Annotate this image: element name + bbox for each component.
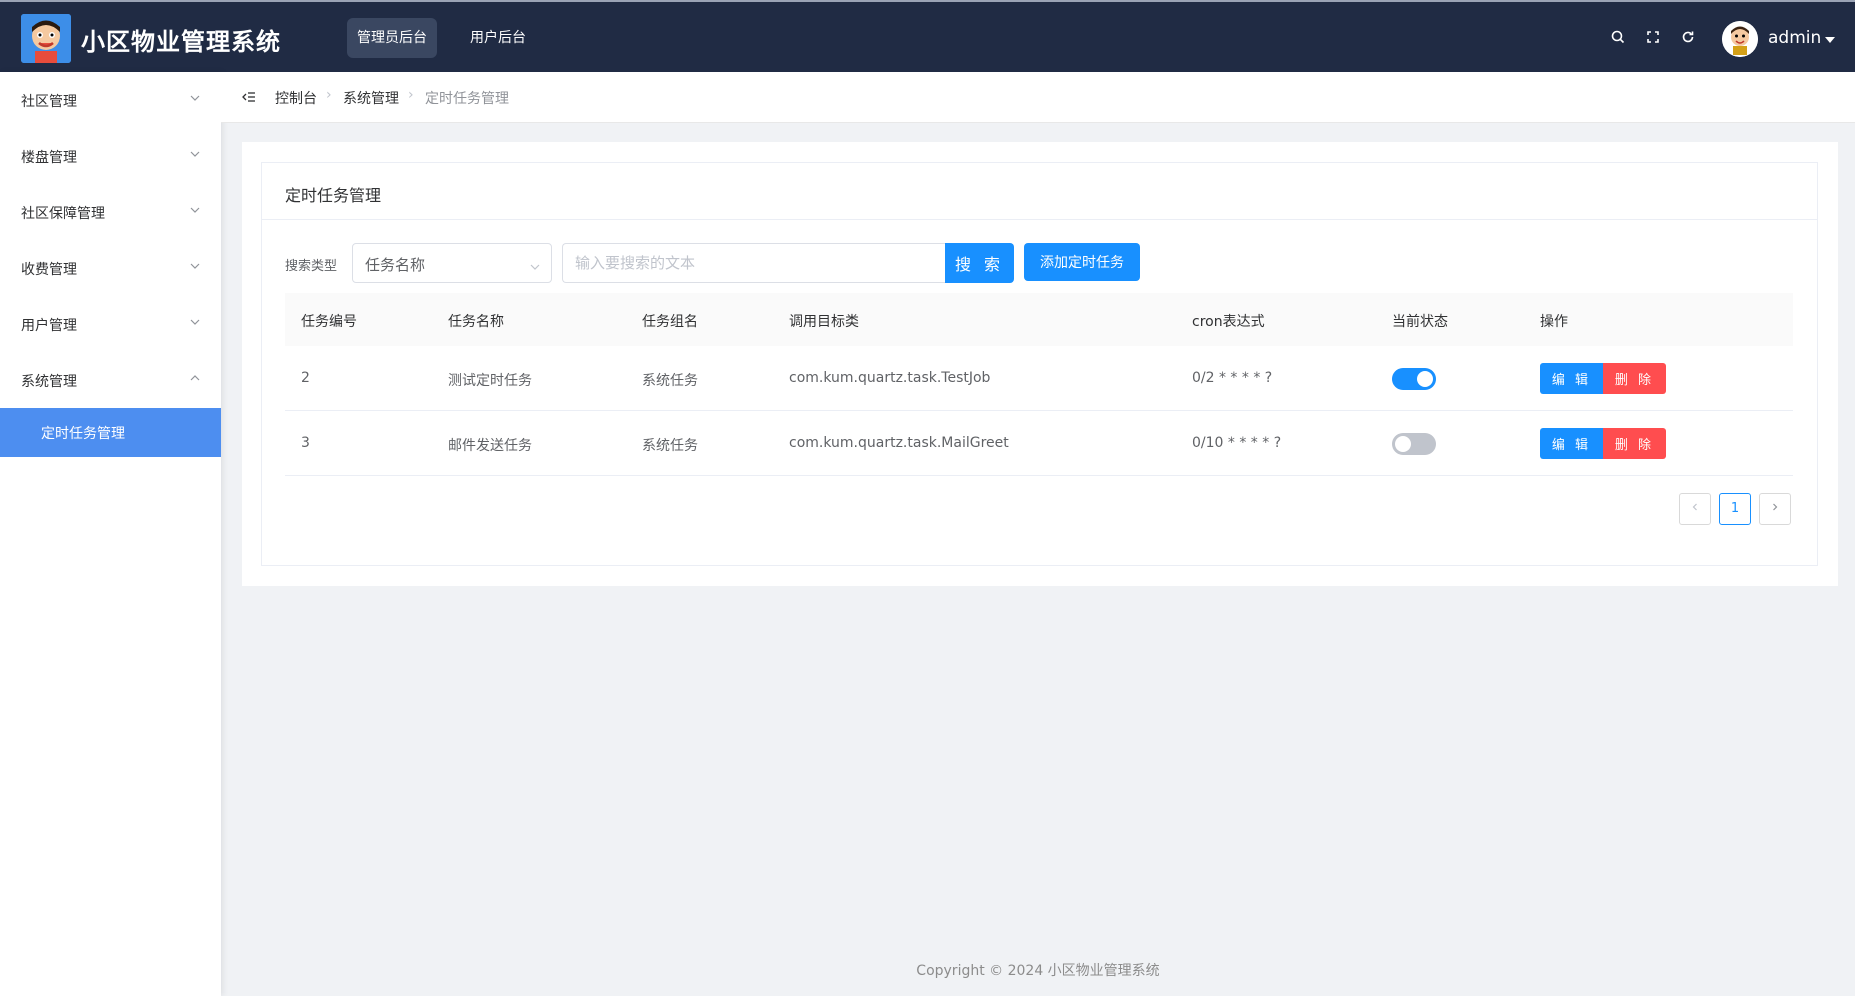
task-target: com.kum.quartz.task.MailGreet	[789, 435, 1009, 451]
sidebar-item-buildings[interactable]: 楼盘管理	[0, 128, 221, 184]
caret-down-icon[interactable]	[1825, 37, 1835, 43]
user-avatar[interactable]	[1722, 21, 1758, 57]
task-cron: 0/2 * * * * ?	[1192, 370, 1273, 386]
prev-page-button[interactable]	[1679, 493, 1711, 525]
sidebar: 社区管理 楼盘管理 社区保障管理 收费管理 用户管理 系统管理 定时任务管理	[0, 72, 221, 996]
status-toggle[interactable]	[1392, 433, 1436, 455]
fullscreen-icon[interactable]	[1645, 29, 1663, 47]
footer-copyright: Copyright © 2024 小区物业管理系统	[916, 963, 1160, 979]
app-logo	[21, 14, 71, 63]
user-name[interactable]: admin	[1768, 28, 1821, 48]
chevron-left-icon	[1690, 501, 1700, 516]
chevron-up-icon	[189, 372, 201, 384]
search-type-label: 搜索类型	[285, 259, 338, 274]
chevron-down-icon	[189, 204, 201, 216]
refresh-icon[interactable]	[1680, 29, 1698, 47]
sidebar-item-fees[interactable]: 收费管理	[0, 240, 221, 296]
task-target: com.kum.quartz.task.TestJob	[789, 370, 991, 386]
breadcrumb-separator: ›	[408, 87, 414, 103]
column-header: 调用目标类	[789, 314, 859, 330]
top-header: 小区物业管理系统 管理员后台 用户后台 admin	[0, 0, 1855, 72]
delete-button[interactable]: 删 除	[1603, 428, 1666, 459]
breadcrumb-dashboard[interactable]: 控制台	[275, 88, 317, 108]
breadcrumb-current: 定时任务管理	[425, 91, 509, 107]
task-cron: 0/10 * * * * ?	[1192, 435, 1282, 451]
edit-button[interactable]: 编 辑	[1540, 363, 1603, 394]
table-header: 任务编号 任务名称 任务组名 调用目标类 cron表达式 当前状态 操作	[285, 293, 1793, 347]
sidebar-subitem-label: 定时任务管理	[41, 426, 125, 442]
chevron-down-icon	[189, 260, 201, 272]
column-header: 操作	[1540, 314, 1568, 330]
task-name: 邮件发送任务	[448, 438, 532, 454]
chevron-down-icon	[189, 316, 201, 328]
sidebar-item-system[interactable]: 系统管理	[0, 352, 221, 408]
search-type-value: 任务名称	[365, 256, 426, 274]
add-task-button[interactable]: 添加定时任务	[1024, 243, 1140, 281]
breadcrumb-bar: 控制台 › 系统管理 › 定时任务管理	[221, 72, 1855, 123]
task-id: 3	[301, 435, 310, 451]
delete-button[interactable]: 删 除	[1603, 363, 1666, 394]
sidebar-item-community[interactable]: 社区管理	[0, 72, 221, 128]
breadcrumb-separator: ›	[326, 87, 332, 103]
chevron-right-icon	[1770, 501, 1780, 516]
column-header: cron表达式	[1192, 314, 1265, 330]
next-page-button[interactable]	[1759, 493, 1791, 525]
task-group: 系统任务	[642, 373, 698, 389]
search-input[interactable]	[562, 243, 946, 283]
toggle-knob	[1395, 436, 1411, 452]
column-header: 任务名称	[448, 314, 504, 330]
tab-user-backend[interactable]: 用户后台	[460, 18, 536, 58]
sidebar-item-users[interactable]: 用户管理	[0, 296, 221, 352]
chevron-down-icon	[529, 258, 541, 270]
tab-admin-backend[interactable]: 管理员后台	[347, 18, 437, 58]
sidebar-item-label: 系统管理	[21, 374, 77, 390]
search-icon[interactable]	[1610, 29, 1628, 47]
sidebar-item-label: 社区管理	[21, 94, 77, 110]
page-number-button[interactable]: 1	[1719, 493, 1751, 525]
collapse-menu-icon[interactable]	[241, 89, 257, 105]
chevron-down-icon	[189, 148, 201, 160]
column-header: 当前状态	[1392, 314, 1448, 330]
sidebar-subitem-scheduled-tasks[interactable]: 定时任务管理	[0, 408, 221, 457]
sidebar-item-security[interactable]: 社区保障管理	[0, 184, 221, 240]
app-title: 小区物业管理系统	[81, 28, 281, 56]
column-header: 任务编号	[301, 314, 357, 330]
sidebar-item-label: 收费管理	[21, 262, 77, 278]
toggle-knob	[1417, 371, 1433, 387]
card-title: 定时任务管理	[285, 186, 382, 205]
sidebar-item-label: 社区保障管理	[21, 206, 105, 222]
sidebar-item-label: 用户管理	[21, 318, 77, 334]
card-divider	[262, 219, 1817, 220]
column-header: 任务组名	[642, 314, 698, 330]
table-row: 3 邮件发送任务 系统任务 com.kum.quartz.task.MailGr…	[285, 411, 1793, 476]
search-button[interactable]: 搜 索	[945, 243, 1014, 283]
task-id: 2	[301, 370, 310, 386]
chevron-down-icon	[189, 92, 201, 104]
task-group: 系统任务	[642, 438, 698, 454]
table-row: 2 测试定时任务 系统任务 com.kum.quartz.task.TestJo…	[285, 346, 1793, 411]
breadcrumb-system[interactable]: 系统管理	[343, 88, 399, 108]
task-name: 测试定时任务	[448, 373, 532, 389]
search-type-select[interactable]: 任务名称	[352, 243, 552, 283]
sidebar-item-label: 楼盘管理	[21, 150, 77, 166]
status-toggle[interactable]	[1392, 368, 1436, 390]
edit-button[interactable]: 编 辑	[1540, 428, 1603, 459]
